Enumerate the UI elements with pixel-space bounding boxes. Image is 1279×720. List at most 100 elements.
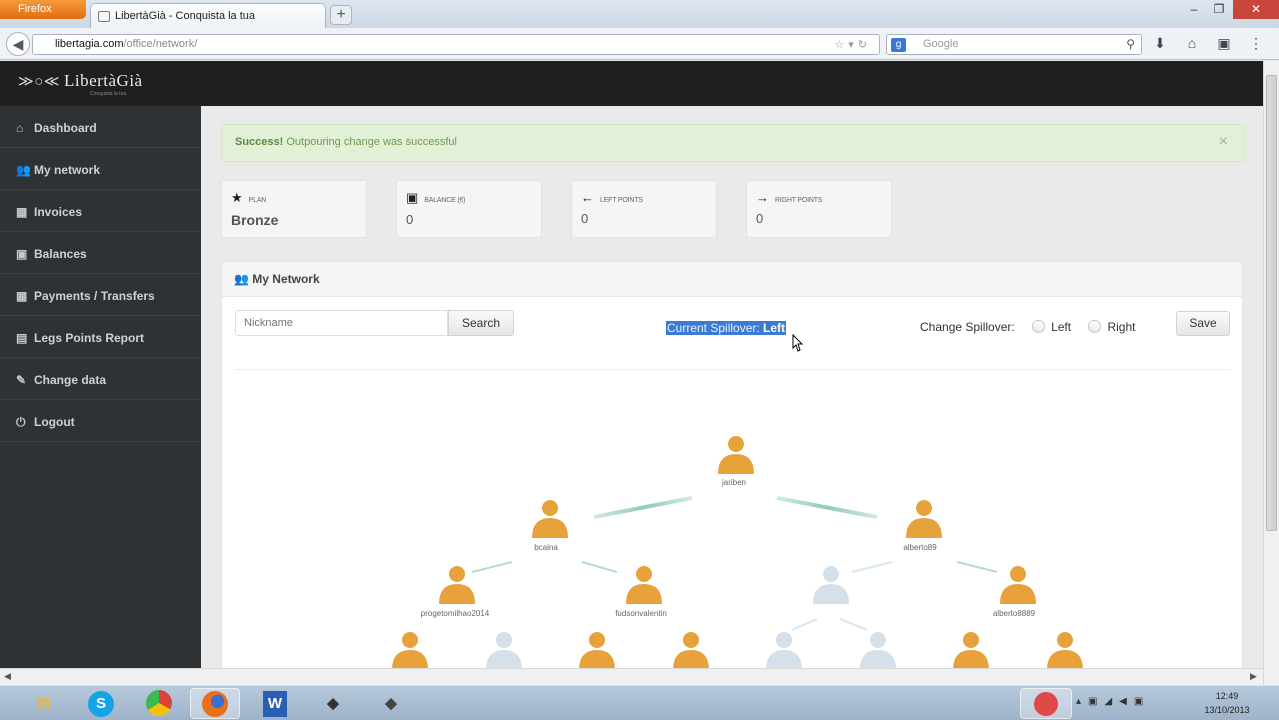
tree-node[interactable]: [435, 562, 479, 606]
sidebar-item-balances[interactable]: ▣ Balances: [0, 232, 201, 274]
tree-node-empty[interactable]: [762, 628, 806, 668]
sidebar-item-legs-points[interactable]: ▤ Legs Points Report: [0, 316, 201, 358]
url-bar[interactable]: libertagia.com/office/network/ ☆▾↻: [32, 34, 880, 55]
sidebar-item-dashboard[interactable]: ⌂ Dashboard: [0, 106, 201, 148]
bookmark-star-icon[interactable]: ☆▾↻: [834, 38, 871, 51]
user-avatar-icon: [953, 632, 989, 668]
restore-button[interactable]: ❐: [1207, 0, 1231, 19]
back-button[interactable]: ◀: [6, 32, 30, 56]
horizontal-scrollbar[interactable]: ◀ ▶: [0, 668, 1263, 685]
close-alert-button[interactable]: ×: [1219, 133, 1228, 151]
scroll-left-icon[interactable]: ◀: [4, 671, 11, 682]
spillover-label: Current Spillover:: [667, 321, 764, 335]
chrome-icon[interactable]: [134, 688, 184, 719]
sidebar-item-label: Invoices: [34, 205, 83, 219]
user-avatar-icon: [626, 566, 662, 604]
tree-node[interactable]: [949, 628, 993, 668]
power-icon: ⏻: [16, 415, 26, 429]
tree-node[interactable]: [528, 496, 572, 540]
tree-node[interactable]: [388, 628, 432, 668]
network-panel: 👥 My Network Search Current Spillover: L…: [221, 261, 1243, 668]
tree-node[interactable]: [996, 562, 1040, 606]
tree-node-label: jariben: [721, 478, 746, 487]
user-avatar-icon: [1000, 566, 1036, 604]
stat-label: PLAN: [248, 197, 267, 204]
logo[interactable]: ≫○≪ LibertàGià Conquista la tua: [18, 71, 143, 97]
tree-node-label: alberto8889: [992, 609, 1036, 618]
scroll-right-icon[interactable]: ▶: [1250, 671, 1257, 682]
save-button[interactable]: Save: [1176, 311, 1230, 336]
app-icon[interactable]: ◆: [308, 688, 358, 719]
system-tray[interactable]: ▴▣◢◀▣: [1076, 696, 1150, 707]
divider: [235, 369, 1231, 370]
sidebar-item-my-network[interactable]: 👥 My network: [0, 148, 201, 190]
spillover-right-radio[interactable]: [1088, 320, 1102, 333]
sidebar-item-logout[interactable]: ⏻ Logout: [0, 400, 201, 442]
file-explorer-icon[interactable]: ▤: [18, 688, 68, 719]
page-favicon: [98, 11, 110, 22]
panel-icon[interactable]: ▣: [1214, 35, 1234, 52]
tree-node-empty[interactable]: [856, 628, 900, 668]
menu-icon[interactable]: ⋮: [1246, 35, 1266, 52]
browser-tab[interactable]: LibertàGià - Conquista la tua: [90, 3, 326, 28]
spillover-left-radio[interactable]: [1032, 320, 1046, 333]
tree-node[interactable]: [575, 628, 619, 668]
sidebar-item-payments[interactable]: ▦ Payments / Transfers: [0, 274, 201, 316]
app-icon[interactable]: [1020, 688, 1072, 719]
search-bar[interactable]: g Google ⚲: [886, 34, 1142, 55]
mouse-cursor-icon: [792, 334, 804, 352]
home-icon[interactable]: ⌂: [1182, 35, 1202, 51]
sidebar-item-label: Change data: [34, 373, 107, 387]
clock-time: 12:49: [1215, 691, 1239, 701]
close-window-button[interactable]: ✕: [1233, 0, 1279, 19]
google-icon: g: [891, 38, 906, 52]
search-button[interactable]: Search: [448, 310, 514, 336]
nickname-search-input[interactable]: [235, 310, 448, 336]
tree-node-empty[interactable]: [482, 628, 526, 668]
url-host: libertagia.com: [55, 38, 124, 50]
firefox-menu-button[interactable]: Firefox: [0, 0, 86, 19]
panel-title: My Network: [252, 272, 320, 286]
sidebar-item-change-data[interactable]: ✎ Change data: [0, 358, 201, 400]
clock[interactable]: 12:49 13/10/2013: [1192, 689, 1262, 717]
users-icon: 👥: [234, 272, 253, 286]
main-content: Success! Outpouring change was successfu…: [201, 106, 1263, 668]
stat-plan: ★ PLAN Bronze: [221, 180, 367, 238]
sidebar: ⌂ Dashboard 👥 My network ▦ Invoices ▣ Balanc…: [0, 106, 201, 668]
user-avatar-icon: [906, 500, 942, 538]
stat-label: BALANCE (€): [424, 197, 466, 204]
minimize-button[interactable]: –: [1183, 0, 1205, 19]
download-icon[interactable]: ⬇: [1150, 35, 1170, 52]
search-placeholder: Google: [923, 38, 959, 50]
sidebar-item-invoices[interactable]: ▦ Invoices: [0, 190, 201, 232]
success-alert: Success! Outpouring change was successfu…: [221, 124, 1245, 162]
panel-header: 👥 My Network: [222, 262, 1242, 297]
user-avatar-icon: [532, 500, 568, 538]
search-icon[interactable]: ⚲: [1126, 37, 1135, 51]
tree-node[interactable]: [1043, 628, 1087, 668]
tab-title: LibertàGià - Conquista la tua: [115, 10, 256, 22]
word-icon[interactable]: W: [250, 688, 300, 719]
stat-label: RIGHT POINTS: [775, 197, 823, 204]
change-spillover-group: Change Spillover: Left Right: [920, 320, 1135, 334]
sidebar-item-label: Logout: [34, 415, 75, 429]
app-icon[interactable]: ◆: [366, 688, 416, 719]
new-tab-button[interactable]: +: [330, 5, 352, 25]
tree-connectors: [471, 496, 998, 631]
tree-node-empty[interactable]: [809, 562, 853, 606]
user-avatar-icon: [813, 566, 849, 604]
tree-node[interactable]: [902, 496, 946, 540]
grid-icon: ▦: [16, 205, 28, 219]
tree-node-root[interactable]: [714, 432, 758, 476]
user-avatar-icon: [579, 632, 615, 668]
change-spillover-label: Change Spillover:: [920, 320, 1015, 334]
vertical-scrollbar[interactable]: [1263, 61, 1279, 685]
firefox-icon[interactable]: [190, 688, 240, 719]
tree-node[interactable]: [669, 628, 713, 668]
scrollbar-thumb[interactable]: [1266, 75, 1277, 531]
tree-node[interactable]: [622, 562, 666, 606]
tree-node-label: fudsonvalentin: [615, 609, 667, 618]
taskbar: ▤ S W ◆ ◆ ▴▣◢◀▣ 12:49 13/10/2013: [0, 685, 1279, 720]
logo-wings-icon: ≫○≪: [18, 74, 60, 90]
skype-icon[interactable]: S: [76, 688, 126, 719]
